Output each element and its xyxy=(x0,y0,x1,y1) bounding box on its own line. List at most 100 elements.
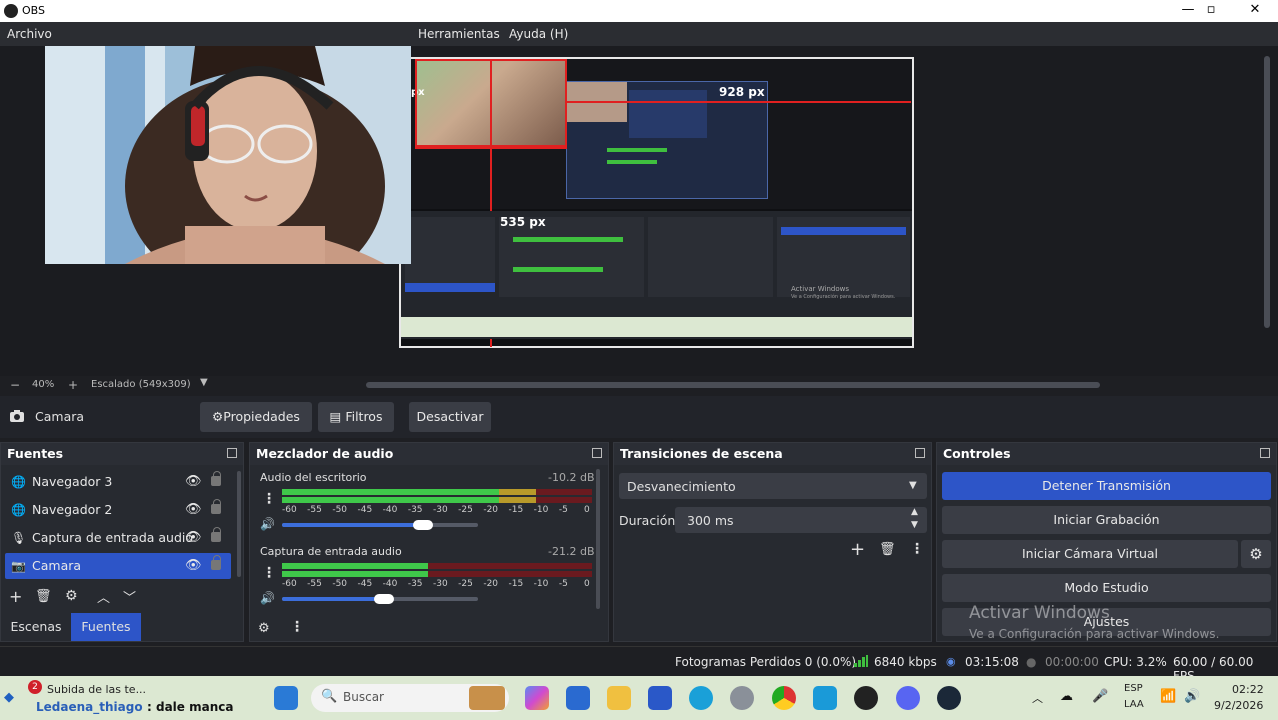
meter-level-segment xyxy=(499,497,537,503)
chevron-down-icon[interactable]: ▼ xyxy=(911,520,918,530)
menu-ayuda[interactable]: Ayuda (H) xyxy=(509,27,568,41)
record-time: 00:00:00 xyxy=(1045,655,1099,669)
search-icon: 🔍 xyxy=(321,689,338,704)
eye-icon[interactable]: 👁 xyxy=(185,525,202,551)
keyboard-layout[interactable]: LAA xyxy=(1124,699,1144,710)
kebab-menu-icon[interactable]: ⋮ xyxy=(262,491,276,507)
filters-button[interactable]: ▤ Filtros xyxy=(318,402,394,432)
dock-float-icon[interactable] xyxy=(227,448,237,458)
file-explorer-icon[interactable] xyxy=(607,686,631,710)
dock-float-icon[interactable] xyxy=(915,448,925,458)
speaker-icon[interactable]: 🔊 xyxy=(260,591,275,605)
eye-icon[interactable]: 👁 xyxy=(185,497,202,523)
copilot-icon[interactable] xyxy=(525,686,549,710)
chevron-up-icon[interactable]: ▲ xyxy=(911,507,918,517)
meter-tick-label: -30 xyxy=(433,505,448,515)
discord-icon[interactable] xyxy=(896,686,920,710)
volume-slider-knob[interactable] xyxy=(413,520,434,530)
volume-slider[interactable] xyxy=(282,523,478,527)
volume-meter xyxy=(282,489,592,505)
steam-icon[interactable] xyxy=(937,686,961,710)
meter-tick-label: -15 xyxy=(508,579,524,589)
speaker-icon[interactable]: 🔊 xyxy=(260,517,275,531)
program-preview-frame[interactable]: 928 px px 535 px Activar Windows Ve a Co… xyxy=(399,57,914,348)
microphone-icon[interactable]: 🎤 xyxy=(1092,689,1108,704)
volume-icon[interactable]: 🔊 xyxy=(1184,689,1200,704)
chrome-icon[interactable] xyxy=(772,686,796,710)
virtual-camera-settings-gear-icon[interactable]: ⚙ xyxy=(1241,540,1271,568)
zoom-out-button[interactable]: − xyxy=(10,378,20,392)
deactivate-button[interactable]: Desactivar xyxy=(409,402,491,432)
source-item-captura-audio[interactable]: 🎙 Captura de entrada audio 👁 xyxy=(5,525,231,551)
lock-icon[interactable] xyxy=(211,471,221,486)
menu-archivo[interactable]: Archivo xyxy=(7,27,52,41)
chevron-down-icon[interactable]: ﹀ xyxy=(123,587,136,606)
stop-streaming-button[interactable]: Detener Transmisión xyxy=(942,472,1271,500)
gear-icon[interactable]: ⚙ xyxy=(65,588,78,604)
eye-icon[interactable]: 👁 xyxy=(185,553,202,579)
tab-fuentes[interactable]: Fuentes xyxy=(71,613,141,641)
lock-icon[interactable] xyxy=(211,499,221,514)
webcam-feed[interactable] xyxy=(45,46,411,264)
microphone-icon: 🎙 xyxy=(11,531,27,545)
add-source-icon[interactable]: + xyxy=(9,587,22,606)
taskbar-search-box[interactable]: 🔍 Buscar xyxy=(311,684,509,712)
start-virtual-camera-button[interactable]: Iniciar Cámara Virtual xyxy=(942,540,1238,568)
source-item-navegador-2[interactable]: 🌐 Navegador 2 👁 xyxy=(5,497,231,523)
transition-select[interactable]: Desvanecimiento ▼ xyxy=(619,473,927,499)
preview-horizontal-scrollbar[interactable] xyxy=(366,382,1100,388)
window-title: OBS xyxy=(22,4,45,17)
clock-time[interactable]: 02:22 xyxy=(1232,683,1264,696)
wifi-icon[interactable]: 📶 xyxy=(1160,689,1176,704)
chevron-up-icon[interactable]: ︿ xyxy=(1032,690,1043,706)
title-bar: OBS — ▫ ✕ xyxy=(0,0,1278,22)
store-icon[interactable] xyxy=(648,686,672,710)
meter-tick-label: -60 xyxy=(282,579,297,589)
gears-icon[interactable]: ⚙ xyxy=(258,621,270,636)
outlook-icon[interactable] xyxy=(566,686,590,710)
maximize-button[interactable]: ▫ xyxy=(1189,0,1233,22)
studio-mode-button[interactable]: Modo Estudio xyxy=(942,574,1271,602)
mixer-scrollbar[interactable] xyxy=(596,469,600,609)
clock-date[interactable]: 9/2/2026 xyxy=(1214,699,1263,712)
kebab-menu-icon[interactable]: ⋮ xyxy=(290,619,304,635)
preview-vertical-scrollbar[interactable] xyxy=(1264,56,1270,328)
close-button[interactable]: ✕ xyxy=(1233,0,1277,22)
zoom-in-button[interactable]: + xyxy=(68,378,78,392)
source-item-navegador-3[interactable]: 🌐 Navegador 3 👁 xyxy=(5,469,231,495)
notification-text[interactable]: Subida de las te... xyxy=(47,683,146,696)
cloud-icon[interactable]: ☁ xyxy=(1060,689,1073,704)
properties-button[interactable]: ⚙Propiedades xyxy=(200,402,312,432)
add-transition-icon[interactable]: + xyxy=(850,539,865,560)
globe-icon: 🌐 xyxy=(11,503,26,517)
edge-icon[interactable] xyxy=(689,686,713,710)
chat-username: Ledaena_thiago xyxy=(36,700,143,714)
app-f-icon[interactable] xyxy=(813,686,837,710)
start-recording-button[interactable]: Iniciar Grabación xyxy=(942,506,1271,534)
menu-herramientas[interactable]: Herramientas xyxy=(418,27,500,41)
lock-icon[interactable] xyxy=(211,527,221,542)
eye-icon[interactable]: 👁 xyxy=(185,469,202,495)
preview-canvas[interactable]: 928 px px 535 px Activar Windows Ve a Co… xyxy=(0,46,1278,376)
settings-gear-icon[interactable] xyxy=(730,686,754,710)
widgets-icon[interactable]: ◆ xyxy=(4,690,14,705)
volume-slider-knob[interactable] xyxy=(373,594,394,604)
kebab-menu-icon[interactable]: ⋮ xyxy=(262,565,276,581)
windows-start-icon[interactable] xyxy=(274,686,298,710)
source-item-camara[interactable]: 📷 Camara 👁 xyxy=(5,553,231,579)
tab-escenas[interactable]: Escenas xyxy=(3,613,69,641)
dropped-frames: Fotogramas Perdidos 0 (0.0%) xyxy=(675,655,857,669)
kebab-menu-icon[interactable]: ⋮ xyxy=(910,541,924,557)
trash-icon[interactable]: 🗑 xyxy=(879,542,896,557)
dock-float-icon[interactable] xyxy=(592,448,602,458)
lock-icon[interactable] xyxy=(211,555,221,570)
duration-spinbox[interactable]: 300 ms ▲ ▼ xyxy=(675,507,927,533)
scale-dropdown-icon[interactable]: ▼ xyxy=(200,377,208,388)
overlay-px-top: 928 px xyxy=(719,85,765,99)
language-code[interactable]: ESP xyxy=(1124,683,1143,694)
sources-scrollbar[interactable] xyxy=(237,471,241,577)
trash-icon[interactable]: 🗑 xyxy=(35,589,52,604)
chevron-up-icon[interactable]: ︿ xyxy=(97,587,110,606)
obs-taskbar-icon[interactable] xyxy=(854,686,878,710)
dock-float-icon[interactable] xyxy=(1260,448,1270,458)
